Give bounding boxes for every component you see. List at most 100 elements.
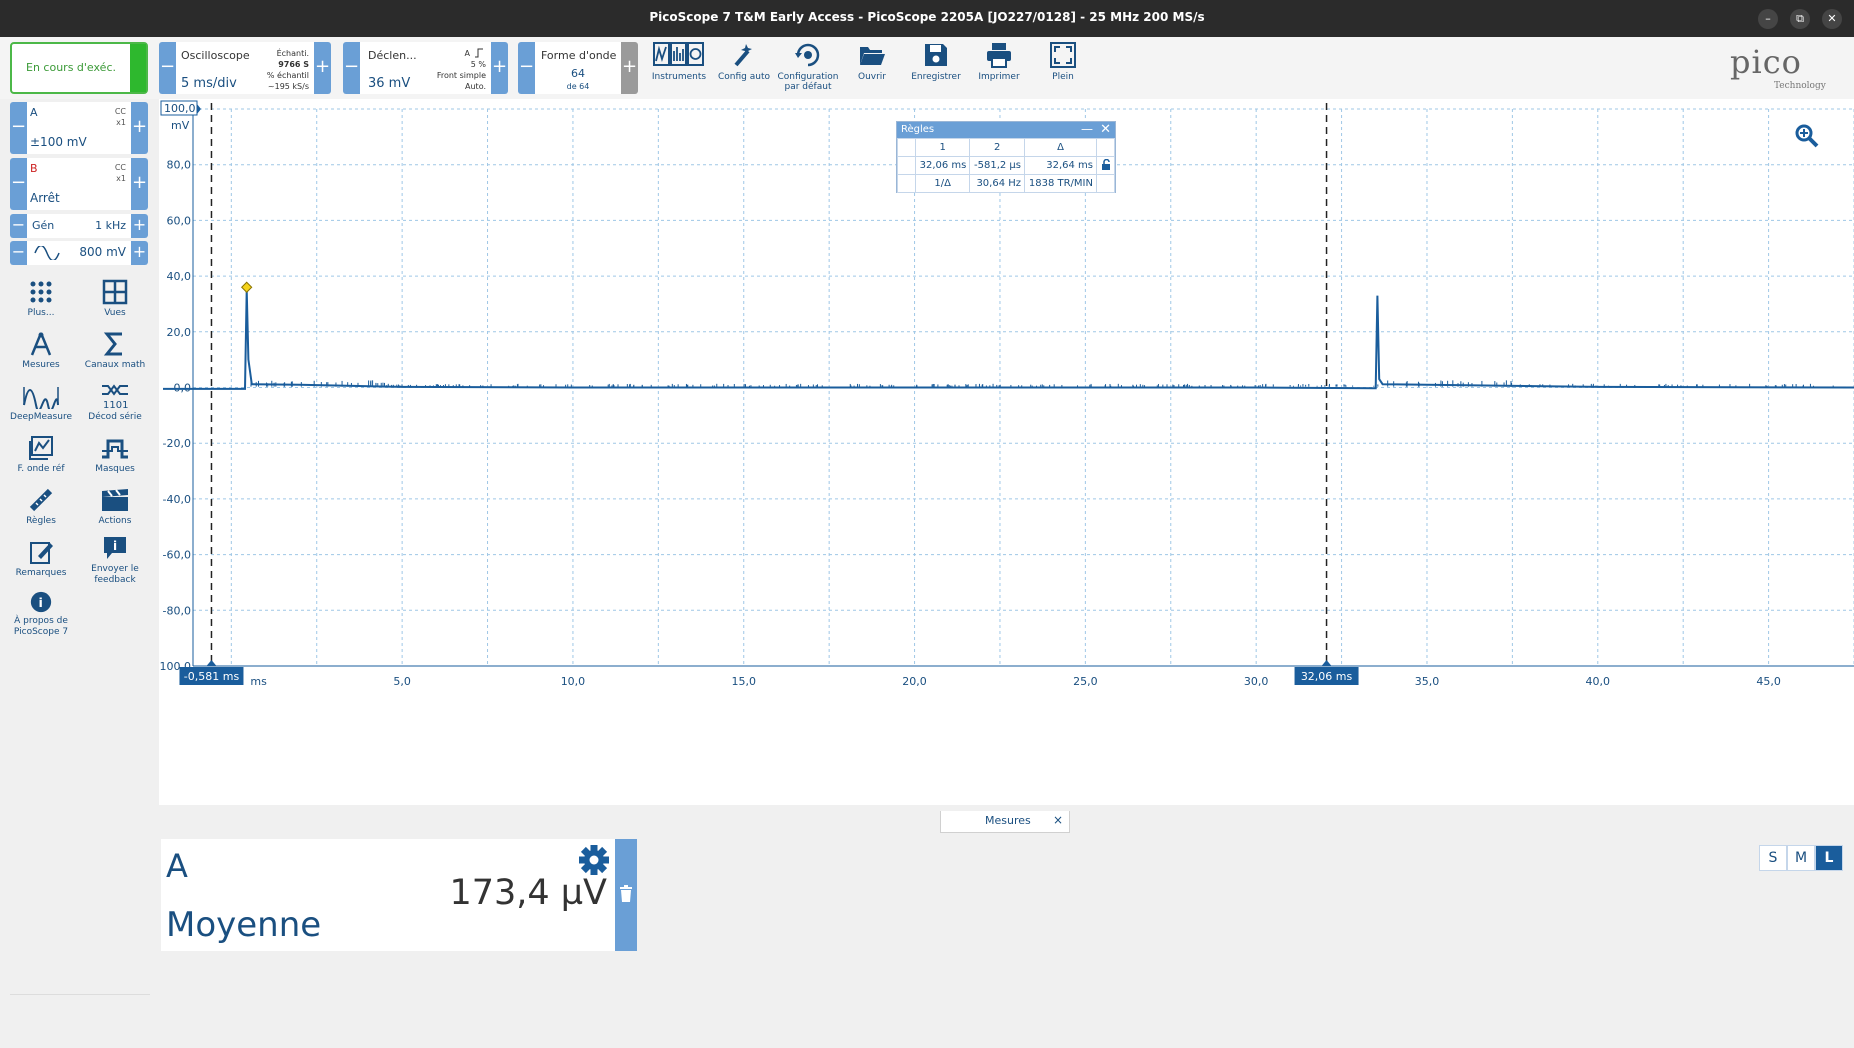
serial-decode-button[interactable]: 1101 Décod série [78, 383, 152, 423]
print-label: Imprimer [978, 72, 1020, 82]
default-config-button[interactable]: Configuration par défaut [776, 41, 840, 97]
trigger-type: Front simple [436, 71, 486, 80]
deepmeasure-button[interactable]: DeepMeasure [4, 383, 78, 423]
channel-a-range[interactable]: ±100 mV [30, 135, 87, 149]
ruler-1-value: 32,06 ms [914, 156, 971, 175]
math-channels-button[interactable]: Canaux math [78, 331, 152, 371]
waveform-prev-button[interactable]: − [518, 42, 535, 94]
trigger-plus-button[interactable]: + [491, 42, 508, 94]
generator-amp-plus-button[interactable]: + [131, 241, 148, 265]
feedback-button[interactable]: i Envoyer le feedback [78, 535, 152, 586]
gear-icon[interactable] [577, 843, 611, 877]
channel-b-plus-button[interactable]: + [131, 158, 148, 210]
instruments-button[interactable]: Instruments [648, 41, 710, 97]
dots-grid-icon [30, 281, 52, 303]
generator-freq-plus-button[interactable]: + [131, 214, 148, 238]
ref-waveform-button[interactable]: F. onde réf [4, 435, 78, 475]
sine-wave-icon [34, 246, 60, 260]
print-button[interactable]: Imprimer [968, 41, 1030, 97]
channel-a-plus-button[interactable]: + [131, 102, 148, 154]
info-icon: i [30, 591, 52, 613]
save-button[interactable]: Enregistrer [905, 41, 967, 97]
actions-button[interactable]: Actions [78, 487, 152, 527]
minimize-icon[interactable]: — [1081, 121, 1093, 137]
rulers-window[interactable]: Règles — ✕ 1 2 Δ 32,06 ms -581,2 µs 32,6… [896, 121, 1116, 193]
timebase-value[interactable]: 5 ms/div [181, 76, 237, 91]
about-button[interactable]: i À propos de PicoScope 7 [4, 591, 78, 638]
chart-markers [240, 281, 253, 293]
restore-button[interactable]: ⧉ [1790, 9, 1810, 29]
masks-icon [102, 439, 128, 459]
unlock-icon [1101, 158, 1110, 170]
x-tick-label: 25,0 [1073, 675, 1098, 688]
trace-noise [244, 380, 1834, 387]
measurements-label: Mesures [22, 360, 60, 370]
masks-button[interactable]: Masques [78, 435, 152, 475]
config-auto-button[interactable]: Config auto [713, 41, 775, 97]
y-tick-label: -80,0 [163, 604, 191, 617]
size-s-button[interactable]: S [1759, 845, 1787, 871]
measures-tab[interactable]: Mesures × [940, 811, 1070, 833]
measures-tab-label: Mesures [985, 814, 1031, 827]
generator-freq-minus-button[interactable]: − [10, 214, 27, 238]
channel-a-control: − A CC x1 ±100 mV + [10, 102, 148, 154]
channel-b-range[interactable]: Arrêt [30, 191, 60, 205]
trigger-minus-button[interactable]: − [343, 42, 360, 94]
close-button[interactable]: ✕ [1822, 9, 1842, 29]
open-button[interactable]: Ouvrir [841, 41, 903, 97]
notes-button[interactable]: Remarques [4, 539, 78, 579]
about-label: À propos de PicoScope 7 [13, 616, 69, 637]
rulers-button[interactable]: Règles [4, 487, 78, 527]
save-label: Enregistrer [911, 72, 961, 82]
panel-divider [10, 994, 150, 995]
floppy-disk-icon [925, 44, 947, 66]
close-icon[interactable]: ✕ [1100, 122, 1111, 138]
window-title: PicoScope 7 T&M Early Access - PicoScope… [649, 10, 1205, 24]
run-indicator [130, 44, 146, 92]
trigger-caption: Déclen... [368, 49, 417, 62]
actions-label: Actions [98, 516, 132, 526]
rulers-window-header[interactable]: Règles — ✕ [897, 122, 1115, 138]
trash-icon[interactable] [619, 885, 633, 903]
channel-b-minus-button[interactable]: − [10, 158, 27, 210]
x-tick-label: 30,0 [1244, 675, 1269, 688]
channel-a-minus-button[interactable]: − [10, 102, 27, 154]
waveform-next-button[interactable]: + [621, 42, 638, 94]
measurements-button[interactable]: Mesures [4, 331, 78, 371]
reset-gear-icon [795, 43, 820, 67]
trigger-control: − Déclen... 36 mV A 5 % Front simple Aut… [343, 42, 508, 94]
ruler-label-1: -0,581 ms [184, 670, 240, 683]
size-m-button[interactable]: M [1787, 845, 1815, 871]
run-stop-button[interactable]: En cours d'exéc. [10, 42, 148, 94]
measures-tab-close-icon[interactable]: × [1053, 813, 1063, 827]
timebase-minus-button[interactable]: − [159, 42, 176, 94]
minimize-button[interactable]: – [1758, 9, 1778, 29]
inverse-delta-label: 1/Δ [914, 174, 971, 193]
zoom-icon[interactable] [1794, 123, 1820, 149]
pico-logo: pico Technology [1728, 43, 1840, 93]
more-button[interactable]: Plus... [4, 279, 78, 319]
y-tick-label: -40,0 [163, 493, 191, 506]
generator-amplitude-control: − 800 mV + [10, 241, 148, 265]
logo-text: pico [1730, 43, 1802, 81]
trigger-level-value[interactable]: 36 mV [368, 76, 410, 91]
rulers-col-delta: Δ [1024, 138, 1097, 157]
oscilloscope-chart[interactable]: 100,0mV80,060,040,020,00,0-20,0-40,0-60,… [159, 99, 1854, 805]
scope-view[interactable]: 100,0 mV 80,0 60,0 40,0 20,0 0,0 -20,0 -40,0 -60,… [159, 99, 1854, 805]
timebase-plus-button[interactable]: + [314, 42, 331, 94]
channel-b-coupling: CC x1 [114, 163, 126, 183]
size-l-button[interactable]: L [1815, 845, 1843, 871]
generator-amplitude[interactable]: 800 mV [79, 245, 126, 259]
fullscreen-button[interactable]: Plein [1032, 41, 1094, 97]
measurement-value: 173,4 µV [449, 873, 607, 913]
printer-icon [987, 43, 1011, 68]
x-tick-label: 10,0 [561, 675, 586, 688]
generator-frequency[interactable]: 1 kHz [95, 219, 126, 232]
measurement-card[interactable]: A Moyenne 173,4 µV [161, 839, 637, 951]
y-tick-label: 40,0 [167, 270, 192, 283]
channel-b-name: B [30, 162, 38, 175]
generator-amp-minus-button[interactable]: − [10, 241, 27, 265]
views-button[interactable]: Vues [78, 279, 152, 319]
lock-icon[interactable] [1096, 156, 1115, 175]
x-tick-label: 35,0 [1415, 675, 1440, 688]
